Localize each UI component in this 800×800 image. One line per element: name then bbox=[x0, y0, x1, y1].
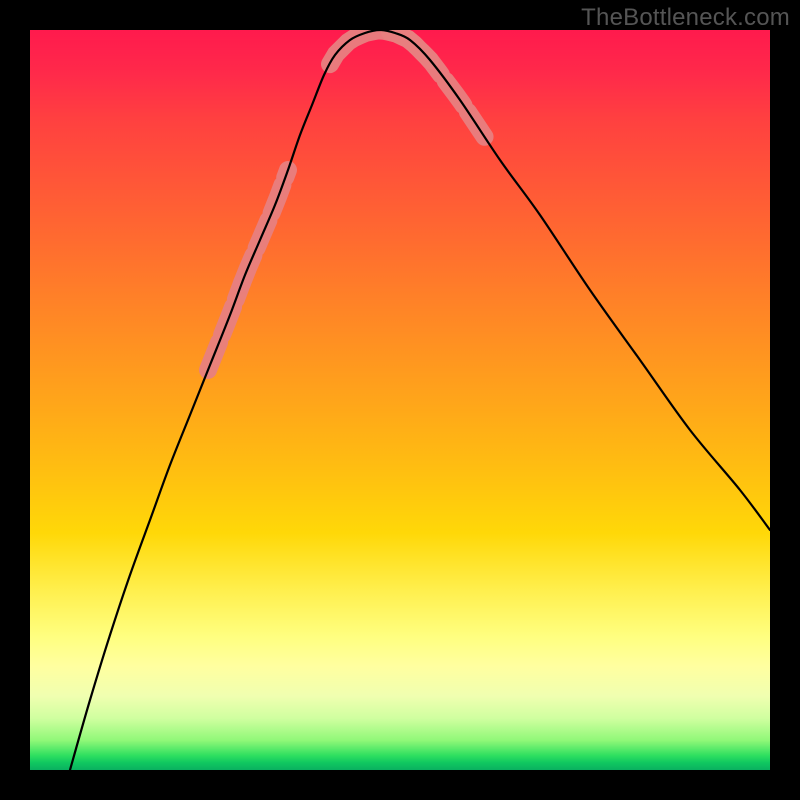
bottleneck-curve bbox=[70, 30, 770, 770]
chart-svg bbox=[30, 30, 770, 770]
chart-frame: TheBottleneck.com bbox=[0, 0, 800, 800]
highlight-right bbox=[390, 32, 485, 138]
highlight-group bbox=[208, 30, 485, 370]
watermark-text: TheBottleneck.com bbox=[581, 4, 790, 32]
plot-area bbox=[30, 30, 770, 770]
